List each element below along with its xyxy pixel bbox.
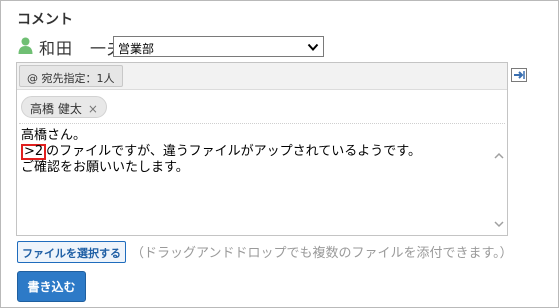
select-file-button[interactable]: ファイルを選択する bbox=[17, 241, 126, 263]
reply-anchor-mark: >2 bbox=[21, 144, 47, 160]
comment-form: コメント 和田 一夫 営業部 @ 宛先指定：1人 高橋 健太 × 高橋さん。 >2… bbox=[0, 0, 559, 308]
submit-button[interactable]: 書き込む bbox=[17, 271, 86, 302]
scroll-down-icon[interactable] bbox=[494, 213, 504, 228]
recipients-button[interactable]: @ 宛先指定：1人 bbox=[19, 65, 123, 87]
recipients-list: 高橋 健太 × bbox=[17, 91, 507, 121]
remove-recipient-icon[interactable]: × bbox=[88, 102, 98, 116]
expand-icon[interactable] bbox=[511, 67, 527, 82]
department-select-value: 営業部 bbox=[118, 42, 155, 56]
editor-scrollbar[interactable] bbox=[492, 125, 506, 233]
recipient-chip: 高橋 健太 × bbox=[21, 96, 107, 118]
section-title: コメント bbox=[17, 12, 73, 28]
scroll-up-icon[interactable] bbox=[494, 145, 504, 159]
recipient-chip-label: 高橋 健太 bbox=[30, 102, 82, 116]
chevron-down-icon bbox=[307, 41, 319, 53]
editor-divider bbox=[19, 123, 505, 124]
comment-line-1: 高橋さん。 bbox=[21, 128, 87, 143]
comment-line-2: >2 のファイルですが、違うファイルがアップされているようです。 bbox=[21, 144, 490, 160]
comment-line-3: ご確認をお願いいたします。 bbox=[21, 160, 189, 175]
author-name: 和田 一夫 bbox=[39, 39, 125, 58]
drop-hint: （ドラッグアンドドロップでも複数のファイルを添付できます。） bbox=[131, 246, 513, 261]
department-select[interactable]: 営業部 bbox=[113, 36, 324, 57]
user-icon bbox=[18, 37, 33, 54]
comment-editor: @ 宛先指定：1人 高橋 健太 × 高橋さん。 >2 のファイルですが、違うファイル… bbox=[16, 62, 508, 236]
editor-toolbar: @ 宛先指定：1人 bbox=[17, 63, 507, 90]
comment-textarea[interactable]: 高橋さん。 >2 のファイルですが、違うファイルがアップされているようです。 ご確… bbox=[20, 125, 490, 233]
comment-line-2-text: のファイルですが、違うファイルがアップされているようです。 bbox=[46, 144, 421, 159]
